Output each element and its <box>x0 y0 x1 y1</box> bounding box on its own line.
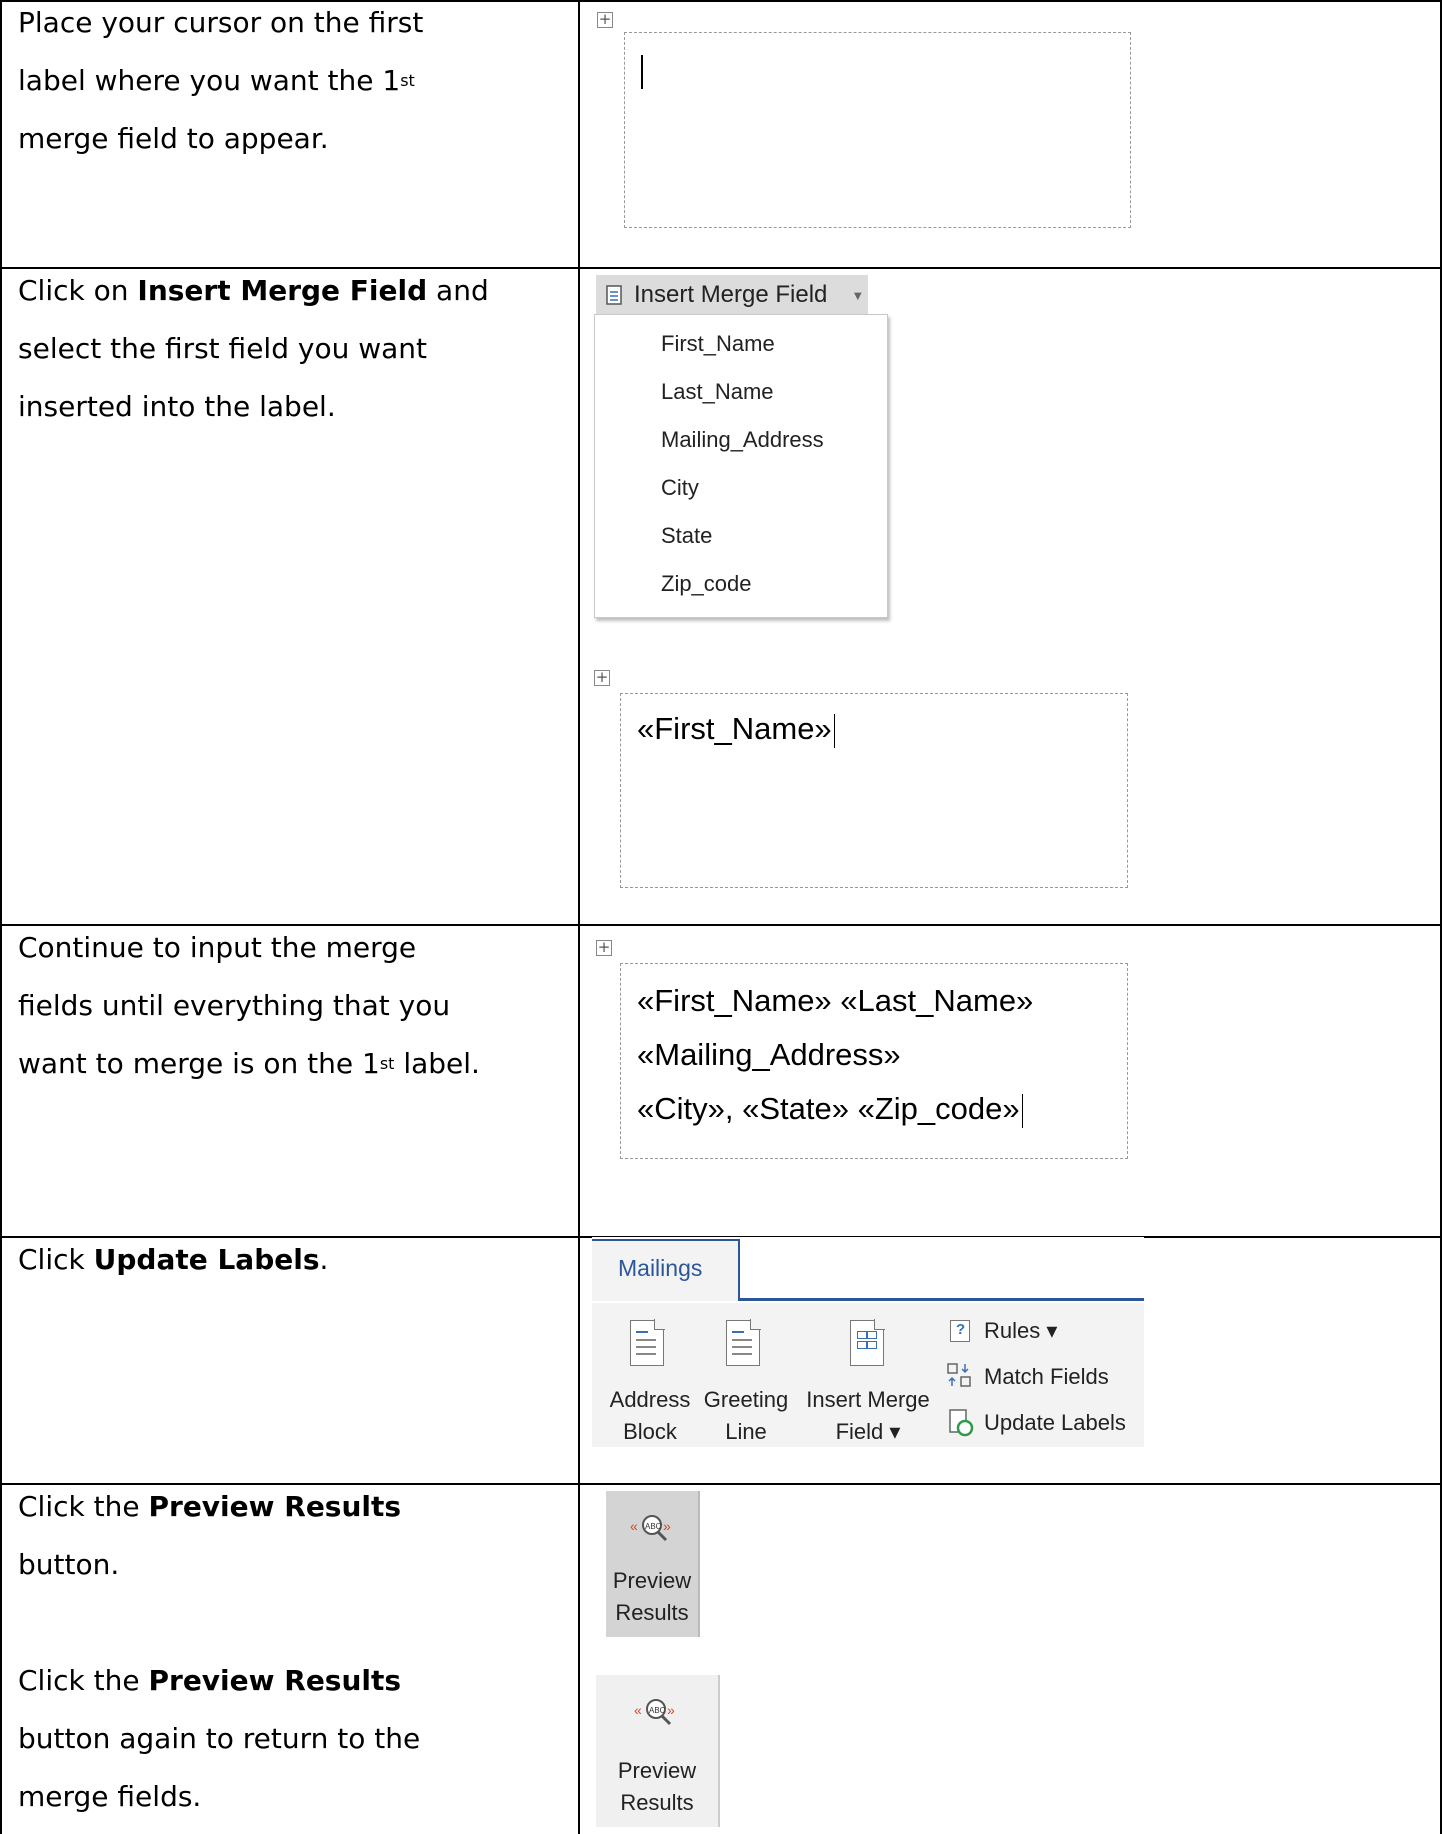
svg-text:«: « <box>630 1518 638 1534</box>
rules-icon: ? <box>950 1320 970 1342</box>
insert-merge-field-icon <box>850 1319 885 1366</box>
menu-item-state[interactable]: State <box>661 523 712 549</box>
svg-text:»: » <box>663 1518 671 1534</box>
svg-text:ABC: ABC <box>649 1706 666 1715</box>
svg-text:»: » <box>667 1702 675 1718</box>
greeting-line-icon <box>726 1319 761 1366</box>
table-move-icon[interactable]: + <box>594 670 610 686</box>
document-icon <box>606 285 622 305</box>
label-full-address[interactable]: «First_Name» «Last_Name» «Mailing_Addres… <box>620 963 1128 1159</box>
preview-abc-icon: « ABC » <box>630 1515 671 1542</box>
preview-results-button-active[interactable]: « ABC » Preview Results <box>606 1491 700 1637</box>
preview-results-button[interactable]: « ABC » Preview Results <box>596 1675 720 1827</box>
table-border-left <box>0 0 2 1834</box>
svg-text:«: « <box>634 1702 642 1718</box>
step-3-text: Continue to input the merge fields until… <box>18 931 480 1080</box>
ribbon-tab-underline <box>738 1298 1144 1301</box>
text-caret <box>1021 1093 1024 1128</box>
menu-item-last-name[interactable]: Last_Name <box>661 379 774 405</box>
merge-line-name: «First_Name» «Last_Name» <box>637 983 1034 1018</box>
table-border-right <box>1440 0 1442 1834</box>
preview-abc-icon: « ABC » <box>634 1699 675 1726</box>
svg-text:ABC: ABC <box>645 1522 662 1531</box>
table-move-icon[interactable]: + <box>597 12 613 28</box>
tab-mailings[interactable]: Mailings <box>592 1239 740 1301</box>
step-4-text: Click Update Labels. <box>18 1243 329 1276</box>
address-block-icon <box>630 1319 665 1366</box>
menu-item-zip-code[interactable]: Zip_code <box>661 571 752 597</box>
step-2-text: Click on Insert Merge Field and select t… <box>18 274 489 423</box>
merge-field-menu: First_Name Last_Name Mailing_Address Cit… <box>594 314 888 618</box>
match-fields-icon <box>947 1363 971 1387</box>
merge-line-city-state-zip: «City», «State» «Zip_code» <box>637 1091 1020 1126</box>
label-first-name[interactable]: «First_Name» <box>620 693 1128 888</box>
insert-merge-field-button[interactable]: Insert Merge Field ▼ <box>596 275 868 315</box>
merge-field-first-name: «First_Name» <box>637 711 832 746</box>
merge-line-address: «Mailing_Address» <box>637 1037 901 1072</box>
empty-label[interactable] <box>624 32 1131 228</box>
table-move-icon[interactable]: + <box>596 940 612 956</box>
menu-item-city[interactable]: City <box>661 475 699 501</box>
menu-item-first-name[interactable]: First_Name <box>661 331 775 357</box>
table-border-mid <box>578 0 580 1834</box>
step-1-text: Place your cursor on the first label whe… <box>18 6 424 155</box>
menu-item-mailing-address[interactable]: Mailing_Address <box>661 427 824 453</box>
dropdown-arrow-icon: ▼ <box>851 287 865 303</box>
insert-merge-field-label: Insert Merge Field <box>634 281 828 308</box>
update-labels-icon <box>949 1409 974 1437</box>
text-caret <box>833 713 836 748</box>
step-5-text: Click the Preview Results button. Click … <box>18 1490 421 1813</box>
text-caret <box>641 55 643 89</box>
